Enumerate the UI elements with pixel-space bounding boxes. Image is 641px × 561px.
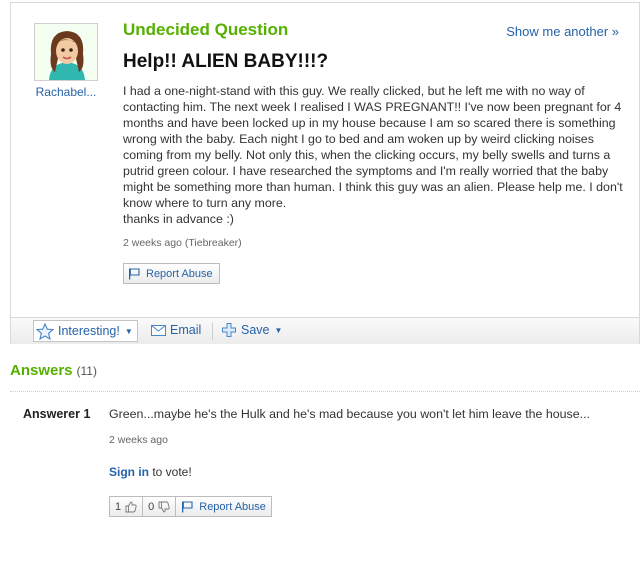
asker-avatar[interactable] [34,23,98,81]
question-status-label: Undecided Question [123,20,289,39]
asker-name-link[interactable]: Rachabel... [25,85,107,99]
interesting-button[interactable]: Interesting! ▼ [33,320,138,342]
sign-in-link[interactable]: Sign in [109,465,149,479]
answer-author[interactable]: Answerer 1 [23,407,90,421]
plus-icon [222,323,236,337]
show-another-link[interactable]: Show me another » [506,24,619,39]
caret-down-icon: ▼ [124,326,133,336]
save-button[interactable]: Save ▼ [222,323,282,337]
star-icon [36,322,54,340]
report-abuse-label: Report Abuse [146,267,213,280]
thumbs-up-button[interactable]: 1 [109,496,144,517]
report-abuse-button[interactable]: Report Abuse [176,496,272,517]
answers-title: Answers [10,362,73,379]
question-timestamp: 2 weeks ago (Tiebreaker) [123,237,242,249]
answers-heading: Answers (11) [10,362,97,379]
sign-in-to-vote: Sign in to vote! [109,465,192,479]
answers-count: (11) [76,364,97,378]
thumbs-down-button[interactable]: 0 [143,496,177,517]
answer-text: Green...maybe he's the Hulk and he's mad… [109,407,590,421]
sign-in-suffix: to vote! [149,465,192,479]
envelope-icon [151,324,166,336]
thumbs-up-icon [125,501,137,512]
question-body: I had a one-night-stand with this guy. W… [123,84,623,226]
question-box: Rachabel... Undecided Question Show me a… [10,2,640,344]
report-abuse-label: Report Abuse [199,500,266,513]
email-button[interactable]: Email [151,323,201,337]
flag-icon [182,500,193,512]
interesting-label: Interesting! [58,324,120,338]
action-divider [212,322,213,340]
thumbs-down-icon [158,501,170,512]
report-abuse-button[interactable]: Report Abuse [123,263,220,284]
caret-down-icon: ▼ [274,325,283,335]
thumbs-up-count: 1 [115,500,122,513]
save-label: Save [241,323,270,337]
email-label: Email [170,323,202,337]
divider [10,391,640,392]
question-title: Help!! ALIEN BABY!!!? [123,51,329,72]
vote-bar: 1 0 Report Abuse [109,496,272,517]
thumbs-down-count: 0 [148,500,155,513]
answer-timestamp: 2 weeks ago [109,434,168,446]
flag-icon [129,267,140,279]
question-action-bar: Interesting! ▼ Email Save ▼ [11,317,639,344]
